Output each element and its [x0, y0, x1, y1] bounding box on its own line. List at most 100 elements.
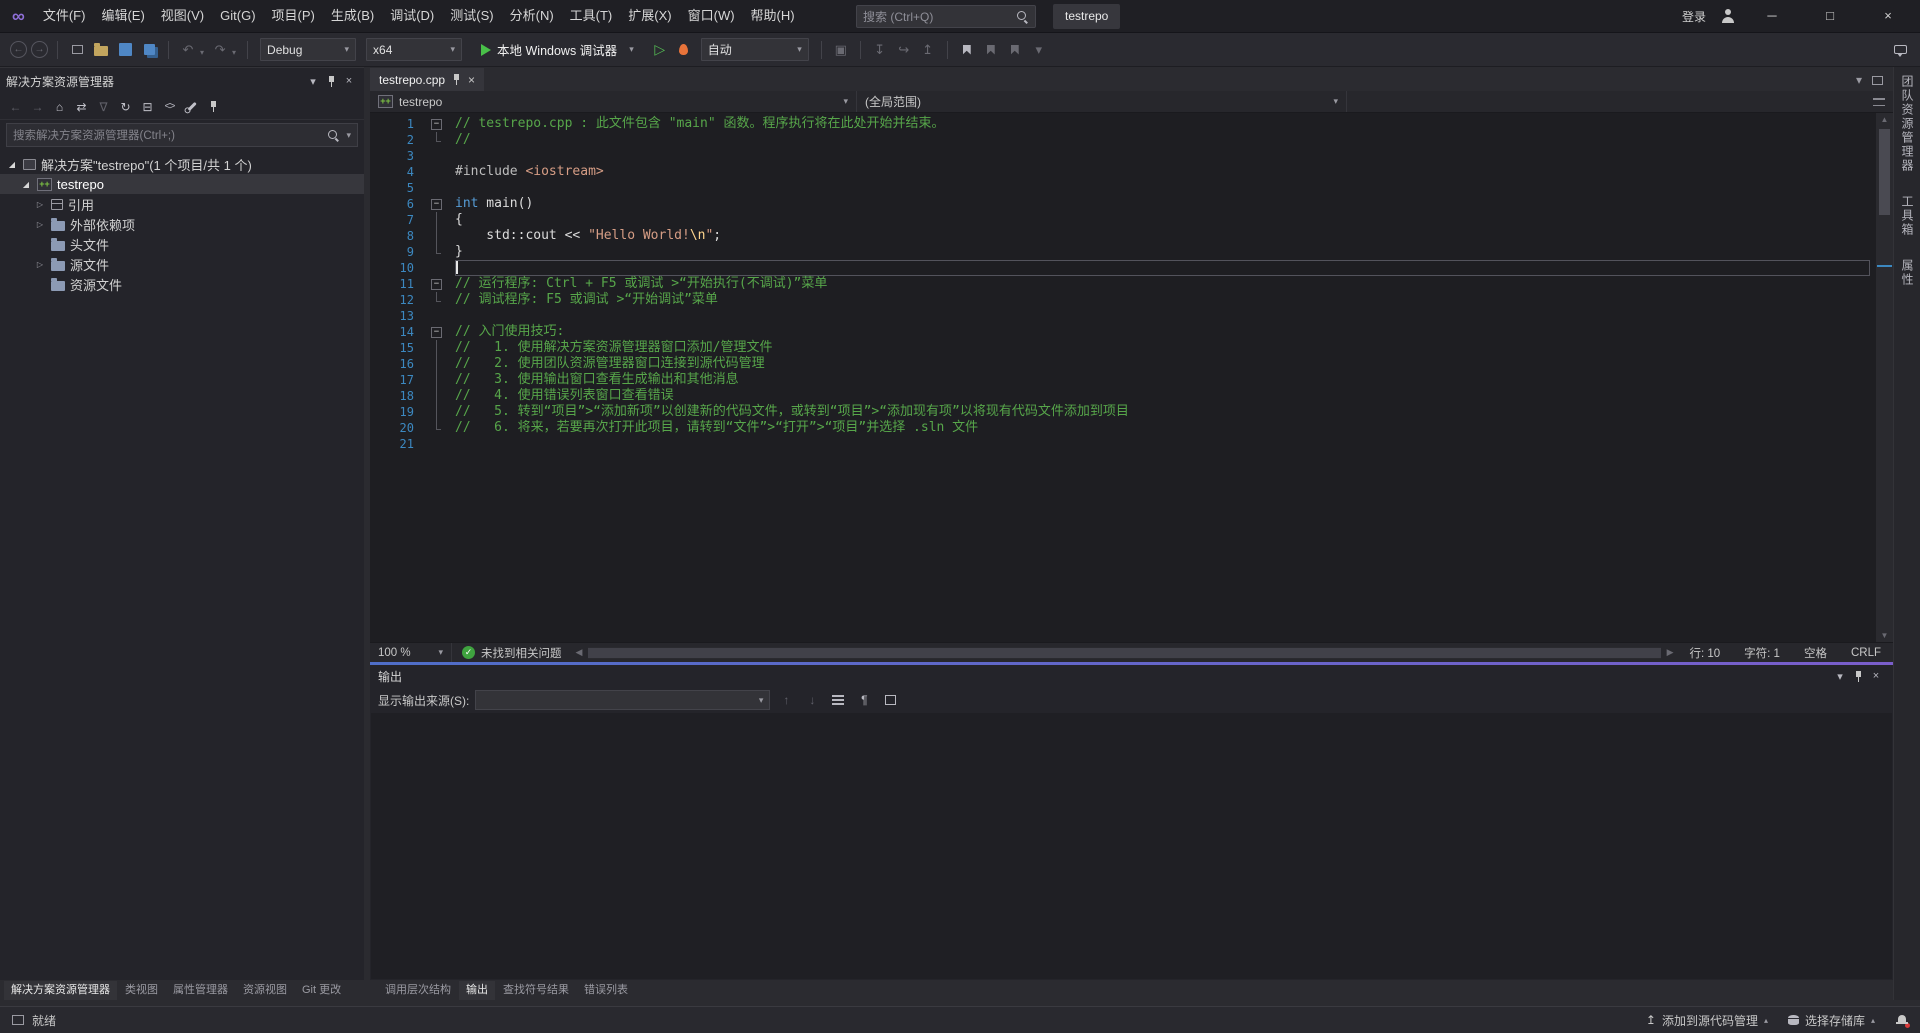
scroll-left-icon[interactable]: ◀	[572, 647, 587, 658]
apply-code-changes-icon[interactable]: ▣	[831, 40, 851, 60]
collapse-region-icon[interactable]: −	[431, 279, 442, 290]
collapse-region-icon[interactable]: −	[431, 199, 442, 210]
panel-tab-错误列表[interactable]: 错误列表	[577, 981, 635, 1000]
se-forward-icon[interactable]: →	[28, 97, 47, 116]
open-file-icon[interactable]	[91, 40, 111, 60]
menu-item-项目(P)[interactable]: 项目(P)	[264, 0, 323, 32]
menu-item-调试(D)[interactable]: 调试(D)	[382, 0, 442, 32]
menu-item-扩展(X)[interactable]: 扩展(X)	[620, 0, 679, 32]
sign-in-link[interactable]: 登录	[1682, 8, 1706, 25]
se-home-icon[interactable]: ⌂	[50, 97, 69, 116]
collapse-region-icon[interactable]: −	[431, 119, 442, 130]
code-line-10[interactable]: 10	[370, 260, 1876, 276]
tree-item-源文件[interactable]: ▷源文件	[0, 254, 364, 274]
panel-tab-Git 更改[interactable]: Git 更改	[295, 981, 348, 1000]
navigate-forward-icon[interactable]: →	[31, 41, 48, 58]
code-line-2[interactable]: 2//	[370, 132, 1876, 148]
menu-item-分析(N)[interactable]: 分析(N)	[502, 0, 562, 32]
pin-tab-icon[interactable]	[452, 73, 461, 86]
se-collapse-all-icon[interactable]: ⊟	[138, 97, 157, 116]
hot-reload-icon[interactable]	[674, 40, 694, 60]
panel-tab-输出[interactable]: 输出	[459, 981, 495, 1000]
editor-vertical-scrollbar[interactable]: ▲ ▼	[1876, 113, 1893, 642]
code-line-14[interactable]: 14−// 入门使用技巧:	[370, 324, 1876, 340]
save-icon[interactable]	[115, 40, 135, 60]
expand-arrow-icon[interactable]: ▷	[34, 200, 46, 209]
code-line-1[interactable]: 1−// testrepo.cpp : 此文件包含 "main" 函数。程序执行…	[370, 116, 1876, 132]
code-line-11[interactable]: 11−// 运行程序: Ctrl + F5 或调试 >“开始执行(不调试)”菜单	[370, 276, 1876, 292]
project-scope-dropdown[interactable]: ++ testrepo ▾	[370, 91, 857, 112]
document-health-indicator[interactable]: ✓ 未找到相关问题	[452, 645, 572, 661]
next-message-icon[interactable]: ↓	[802, 690, 822, 710]
solution-platforms-dropdown[interactable]: x64 ▾	[366, 38, 462, 61]
document-tab-testrepo-cpp[interactable]: testrepo.cpp ×	[370, 68, 484, 91]
close-panel-icon[interactable]: ×	[340, 72, 358, 90]
close-tab-icon[interactable]: ×	[468, 73, 475, 87]
toolbar-overflow-icon[interactable]: ▾	[1029, 40, 1049, 60]
solution-configurations-dropdown[interactable]: Debug ▾	[260, 38, 356, 61]
window-position-icon[interactable]: ▾	[1831, 667, 1849, 685]
code-line-20[interactable]: 20// 6. 将来，若要再次打开此项目，请转到“文件”>“打开”>“项目”并选…	[370, 420, 1876, 436]
toggle-autoscroll-icon[interactable]	[880, 690, 900, 710]
output-header[interactable]: 输出 ▾ ×	[370, 665, 1893, 687]
code-line-3[interactable]: 3	[370, 148, 1876, 164]
scrollbar-thumb[interactable]	[588, 648, 1660, 658]
word-wrap-icon[interactable]: ¶	[854, 690, 874, 710]
maximize-button[interactable]: □	[1808, 0, 1852, 32]
toggle-bookmark-icon[interactable]	[957, 40, 977, 60]
code-line-6[interactable]: 6−int main()	[370, 196, 1876, 212]
code-line-21[interactable]: 21	[370, 436, 1876, 452]
tree-item-头文件[interactable]: 头文件	[0, 234, 364, 254]
autohide-tab-工具箱[interactable]: 工具箱	[1895, 195, 1919, 237]
menu-item-编辑(E)[interactable]: 编辑(E)	[93, 0, 152, 32]
se-refresh-icon[interactable]: ↻	[116, 97, 135, 116]
menu-item-窗口(W)[interactable]: 窗口(W)	[680, 0, 743, 32]
minimize-button[interactable]: ─	[1750, 0, 1794, 32]
tree-item-外部依赖项[interactable]: ▷外部依赖项	[0, 214, 364, 234]
symbol-scope-dropdown[interactable]: (全局范围) ▾	[857, 91, 1347, 112]
se-view-code-icon[interactable]: <>	[160, 97, 179, 116]
scroll-right-icon[interactable]: ▶	[1663, 647, 1678, 658]
autohide-tab-团队资源管理器[interactable]: 团队资源管理器	[1895, 75, 1919, 173]
output-source-dropdown[interactable]: ▾	[475, 690, 770, 710]
menu-item-生成(B)[interactable]: 生成(B)	[323, 0, 382, 32]
undo-dropdown-icon[interactable]: ▾	[200, 48, 204, 57]
code-line-4[interactable]: 4#include <iostream>	[370, 164, 1876, 180]
se-back-icon[interactable]: ←	[6, 97, 25, 116]
step-out-icon[interactable]: ↥	[918, 40, 938, 60]
step-into-icon[interactable]: ↧	[870, 40, 890, 60]
tree-item-解决方案"testrepo"(1 个项目/共 1 个)[interactable]: ◢解决方案"testrepo"(1 个项目/共 1 个)	[0, 154, 364, 174]
redo-dropdown-icon[interactable]: ▾	[232, 48, 236, 57]
code-line-13[interactable]: 13	[370, 308, 1876, 324]
tree-item-引用[interactable]: ▷引用	[0, 194, 364, 214]
pin-panel-icon[interactable]	[1849, 667, 1867, 685]
fold-indicator[interactable]: −	[414, 324, 450, 340]
cursor-line-indicator[interactable]: 行: 10	[1677, 645, 1732, 661]
quick-search-box[interactable]: 搜索 (Ctrl+Q)	[856, 5, 1036, 28]
code-line-18[interactable]: 18// 4. 使用错误列表窗口查看错误	[370, 388, 1876, 404]
fold-indicator[interactable]: −	[414, 276, 450, 292]
solution-explorer-header[interactable]: 解决方案资源管理器 ▾ ×	[0, 68, 364, 94]
panel-tab-调用层次结构[interactable]: 调用层次结构	[378, 981, 458, 1000]
autohide-tab-属性[interactable]: 属性	[1895, 259, 1919, 287]
send-feedback-icon[interactable]	[1890, 40, 1910, 60]
code-editor[interactable]: 1−// testrepo.cpp : 此文件包含 "main" 函数。程序执行…	[370, 113, 1876, 642]
select-repository-button[interactable]: 选择存储库 ▴	[1788, 1012, 1875, 1029]
expand-arrow-icon[interactable]: ▷	[34, 260, 46, 269]
previous-message-icon[interactable]: ↑	[776, 690, 796, 710]
menu-item-工具(T)[interactable]: 工具(T)	[562, 0, 621, 32]
window-layout-icon[interactable]	[1872, 76, 1883, 85]
panel-tab-查找符号结果[interactable]: 查找符号结果	[496, 981, 576, 1000]
code-line-15[interactable]: 15// 1. 使用解决方案资源管理器窗口添加/管理文件	[370, 340, 1876, 356]
code-line-5[interactable]: 5	[370, 180, 1876, 196]
background-tasks-icon[interactable]	[12, 1015, 24, 1025]
code-line-8[interactable]: 8 std::cout << "Hello World!\n";	[370, 228, 1876, 244]
visual-studio-logo-icon[interactable]: ∞	[6, 1, 35, 31]
next-bookmark-icon[interactable]	[1005, 40, 1025, 60]
editor-horizontal-scrollbar[interactable]	[588, 647, 1660, 659]
line-ending-indicator[interactable]: CRLF	[1839, 647, 1893, 659]
se-filter-icon[interactable]: ∇	[94, 97, 113, 116]
hot-reload-options-dropdown[interactable]: 自动 ▾	[701, 38, 809, 61]
menu-item-视图(V)[interactable]: 视图(V)	[153, 0, 212, 32]
tree-item-资源文件[interactable]: 资源文件	[0, 274, 364, 294]
